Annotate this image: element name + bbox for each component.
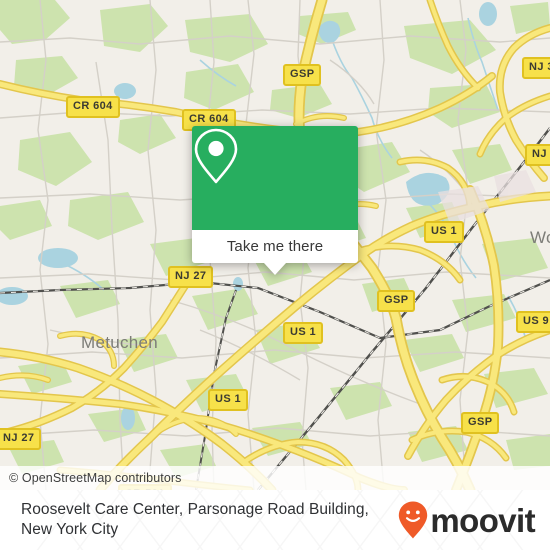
place-label: Metuchen (81, 333, 159, 352)
road-shield: NJ 27 (0, 428, 42, 450)
road-shield: US 9 (516, 311, 550, 333)
map-attribution-bar: © OpenStreetMap contributors (0, 466, 550, 490)
map-pin-icon (194, 128, 238, 184)
road-shield: GSP (283, 64, 322, 86)
page-title: Roosevelt Care Center, Parsonage Road Bu… (21, 501, 369, 538)
footer-bar: Roosevelt Care Center, Parsonage Road Bu… (0, 490, 550, 550)
road-shield: NJ 35 (525, 144, 550, 166)
road-shield: GSP (461, 412, 500, 434)
map-canvas[interactable]: CR 604 CR 604 GSP NJ 35 NJ 35 US 1 NJ 27… (0, 0, 550, 490)
location-popup-card[interactable]: Take me there (192, 126, 358, 275)
road-shield: CR 604 (66, 96, 120, 118)
moovit-logo[interactable]: moovit (397, 500, 536, 540)
osm-attribution-text[interactable]: © OpenStreetMap contributors (0, 471, 182, 485)
take-me-there-label: Take me there (226, 238, 324, 255)
place-label: Wo (530, 228, 550, 247)
road-shield: NJ 35 (522, 57, 550, 79)
popup-pointer-tail (264, 263, 286, 275)
road-shield: US 1 (208, 389, 249, 411)
road-shield: US 1 (424, 221, 465, 243)
popup-header (192, 126, 358, 230)
map-page: CR 604 CR 604 GSP NJ 35 NJ 35 US 1 NJ 27… (0, 0, 550, 550)
moovit-wordmark: moovit (430, 501, 535, 539)
moovit-pin-smiley-icon (399, 501, 428, 539)
take-me-there-button[interactable]: Take me there (192, 230, 358, 263)
road-shield: NJ 27 (168, 266, 214, 288)
road-shield: US 1 (283, 322, 324, 344)
road-shield: GSP (377, 290, 416, 312)
